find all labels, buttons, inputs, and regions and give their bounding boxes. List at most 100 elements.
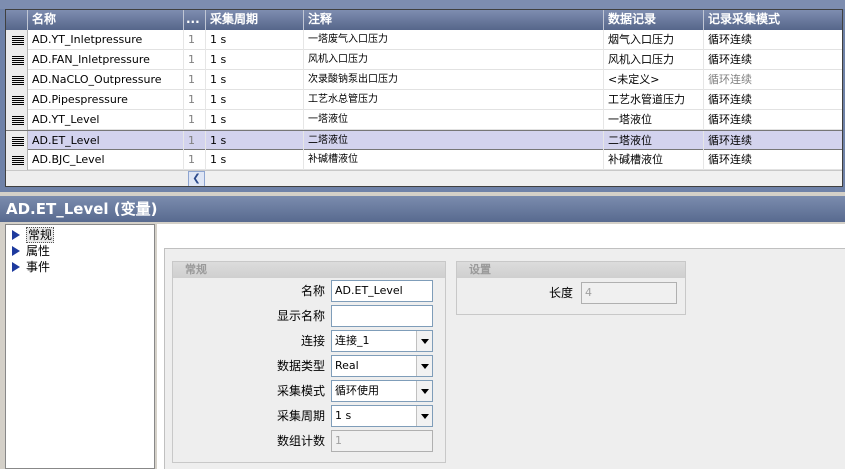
cell-name[interactable]: AD.FAN_Inletpressure	[28, 50, 184, 70]
display-name-input[interactable]	[331, 305, 433, 327]
cell-name[interactable]: AD.YT_Level	[28, 110, 184, 130]
cell-mode[interactable]: 循环连续	[704, 110, 842, 130]
cell-comment[interactable]: 次录酸钠泵出口压力	[304, 70, 604, 90]
length-input: 4	[581, 282, 677, 304]
cell-log[interactable]: 一塔液位	[604, 110, 704, 130]
connection-select[interactable]: 连接_1	[331, 330, 433, 352]
cell-count[interactable]: 1	[184, 70, 206, 90]
cell-name[interactable]: AD.Pipespressure	[28, 90, 184, 110]
chevron-down-icon[interactable]	[416, 406, 432, 426]
group-settings: 设置 长度 4	[456, 261, 686, 315]
header-name[interactable]: 名称	[28, 10, 184, 30]
row-tag-icon[interactable]	[6, 131, 28, 151]
tree-item-events[interactable]: 事件	[12, 259, 50, 275]
grid-top-strip	[0, 0, 845, 9]
tree-arrow-icon	[12, 230, 20, 240]
property-panel: 常规 名称 AD.ET_Level 显示名称 连接 连接_1 数据类型 Real…	[157, 224, 845, 469]
cell-cycle[interactable]: 1 s	[206, 110, 304, 130]
cell-log[interactable]: <未定义>	[604, 70, 704, 90]
cell-name[interactable]: AD.YT_Inletpressure	[28, 30, 184, 50]
cell-log[interactable]: 工艺水管道压力	[604, 90, 704, 110]
header-cycle[interactable]: 采集周期	[206, 10, 304, 30]
cell-mode[interactable]: 循环连续	[704, 131, 842, 151]
property-category-tree: 常规 属性 事件	[5, 224, 155, 469]
row-tag-icon[interactable]	[6, 30, 28, 50]
table-row[interactable]: AD.NaCLO_Outpressure 1 1 s 次录酸钠泵出口压力 <未定义> 循环…	[6, 70, 842, 90]
tree-arrow-icon	[12, 262, 20, 272]
cell-cycle[interactable]: 1 s	[206, 150, 304, 170]
array-count-input: 1	[331, 430, 433, 452]
acq-mode-select[interactable]: 循环使用	[331, 380, 433, 402]
table-row[interactable]: AD.YT_Level 1 1 s 一塔液位 一塔液位 循环连续	[6, 110, 842, 130]
horizontal-scrollbar[interactable]: ❮	[6, 170, 842, 186]
table-row[interactable]: AD.BJC_Level 1 1 s 补碱槽液位 补碱槽液位 循环连续	[6, 150, 842, 170]
name-input[interactable]: AD.ET_Level	[331, 280, 433, 302]
cell-count[interactable]: 1	[184, 50, 206, 70]
cell-log[interactable]: 补碱槽液位	[604, 150, 704, 170]
cell-mode[interactable]: 循环连续	[704, 30, 842, 50]
cell-cycle[interactable]: 1 s	[206, 70, 304, 90]
header-corner[interactable]	[6, 10, 28, 30]
table-row[interactable]: AD.Pipespressure 1 1 s 工艺水总管压力 工艺水管道压力 循环连续	[6, 90, 842, 110]
tree-item-general[interactable]: 常规	[12, 227, 55, 243]
cell-count[interactable]: 1	[184, 90, 206, 110]
tag-table: 名称 ... 采集周期 注释 数据记录 记录采集模式 AD.YT_Inletpr…	[5, 9, 843, 187]
row-tag-icon[interactable]	[6, 70, 28, 90]
cell-comment[interactable]: 一塔废气入口压力	[304, 30, 604, 50]
cell-count[interactable]: 1	[184, 150, 206, 170]
cell-count[interactable]: 1	[184, 30, 206, 50]
array-count-label: 数组计数	[276, 434, 325, 448]
cell-cycle[interactable]: 1 s	[206, 50, 304, 70]
properties-title: AD.ET_Level (变量)	[0, 196, 845, 222]
row-tag-icon[interactable]	[6, 150, 28, 170]
cell-log[interactable]: 风机入口压力	[604, 50, 704, 70]
group-general-title: 常规	[173, 262, 445, 278]
cell-comment[interactable]: 二塔液位	[304, 131, 604, 151]
connection-label: 连接	[300, 334, 325, 348]
cell-count[interactable]: 1	[184, 110, 206, 130]
table-row[interactable]: AD.ET_Level 1 1 s 二塔液位 二塔液位 循环连续	[6, 130, 842, 151]
cell-mode[interactable]: 循环连续	[704, 150, 842, 170]
header-count[interactable]: ...	[184, 10, 206, 30]
chevron-down-icon[interactable]	[416, 356, 432, 376]
tree-item-properties[interactable]: 属性	[12, 243, 50, 259]
cell-name[interactable]: AD.NaCLO_Outpressure	[28, 70, 184, 90]
cell-comment[interactable]: 补碱槽液位	[304, 150, 604, 170]
header-logging[interactable]: 数据记录	[604, 10, 704, 30]
table-row[interactable]: AD.FAN_Inletpressure 1 1 s 风机入口压力 风机入口压力 循环连续	[6, 50, 842, 70]
display-name-label: 显示名称	[276, 309, 325, 323]
data-type-label: 数据类型	[276, 359, 325, 373]
header-comment[interactable]: 注释	[304, 10, 604, 30]
header-log-mode[interactable]: 记录采集模式	[704, 10, 842, 30]
cell-count[interactable]: 1	[184, 131, 206, 151]
acq-cycle-label: 采集周期	[276, 409, 325, 423]
cell-name[interactable]: AD.BJC_Level	[28, 150, 184, 170]
scroll-corner	[6, 171, 188, 186]
cell-comment[interactable]: 一塔液位	[304, 110, 604, 130]
data-type-select[interactable]: Real	[331, 355, 433, 377]
cell-log[interactable]: 烟气入口压力	[604, 30, 704, 50]
chevron-down-icon[interactable]	[416, 381, 432, 401]
table-row[interactable]: AD.YT_Inletpressure 1 1 s 一塔废气入口压力 烟气入口压力 循环连…	[6, 30, 842, 50]
cell-comment[interactable]: 工艺水总管压力	[304, 90, 604, 110]
row-tag-icon[interactable]	[6, 90, 28, 110]
cell-cycle[interactable]: 1 s	[206, 90, 304, 110]
row-tag-icon[interactable]	[6, 110, 28, 130]
cell-name[interactable]: AD.ET_Level	[28, 131, 184, 151]
chevron-down-icon[interactable]	[416, 331, 432, 351]
cell-mode[interactable]: 循环连续	[704, 90, 842, 110]
group-settings-title: 设置	[457, 262, 685, 278]
length-label: 长度	[548, 286, 573, 300]
scroll-left-arrow-icon[interactable]: ❮	[188, 171, 205, 186]
row-tag-icon[interactable]	[6, 50, 28, 70]
cell-cycle[interactable]: 1 s	[206, 131, 304, 151]
tag-grid-area: 名称 ... 采集周期 注释 数据记录 记录采集模式 AD.YT_Inletpr…	[0, 0, 845, 192]
connection-value: 连接_1	[335, 334, 370, 347]
cell-comment[interactable]: 风机入口压力	[304, 50, 604, 70]
cell-mode[interactable]: 循环连续	[704, 50, 842, 70]
cell-cycle[interactable]: 1 s	[206, 30, 304, 50]
acq-cycle-value: 1 s	[335, 409, 352, 422]
cell-mode[interactable]: 循环连续	[704, 70, 842, 90]
acq-cycle-select[interactable]: 1 s	[331, 405, 433, 427]
cell-log[interactable]: 二塔液位	[604, 131, 704, 151]
